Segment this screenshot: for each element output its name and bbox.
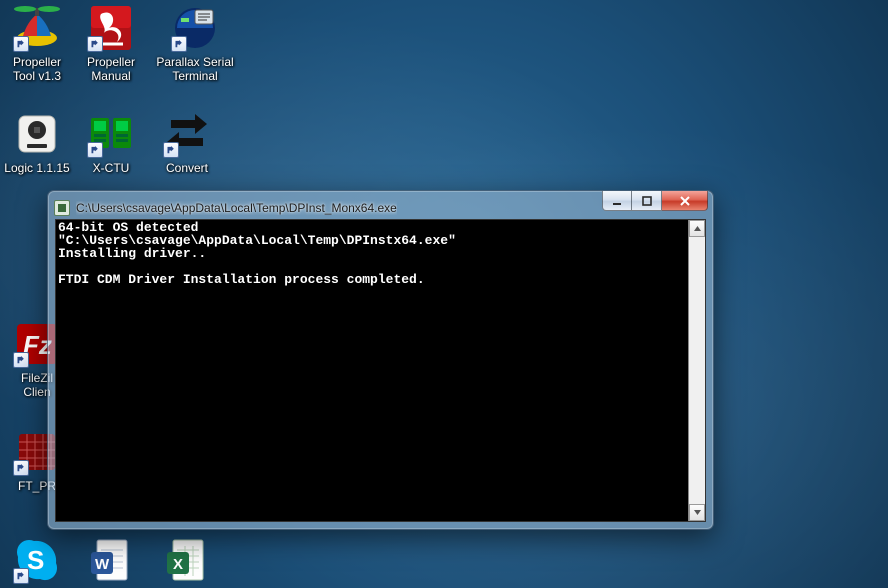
scrollbar-track[interactable] — [689, 237, 705, 504]
vertical-scrollbar[interactable] — [688, 220, 705, 521]
logic-analyzer-icon — [13, 110, 61, 158]
desktop-icon-label: Logic 1.1.15 — [4, 161, 69, 175]
window-title: C:\Users\csavage\AppData\Local\Temp\DPIn… — [76, 201, 397, 215]
desktop-icon-skype[interactable]: S — [0, 536, 74, 587]
propeller-hat-icon — [13, 4, 61, 52]
svg-text:S: S — [27, 545, 44, 575]
pdf-icon — [87, 4, 135, 52]
desktop-icon-label: X-CTU — [93, 161, 130, 175]
desktop-icon-label: Convert — [166, 161, 208, 175]
window-client-area: 64-bit OS detected "C:\Users\csavage\App… — [55, 219, 706, 522]
shortcut-arrow-icon — [87, 142, 103, 158]
desktop-icon-propeller-tool[interactable]: Propeller Tool v1.3 — [0, 4, 74, 83]
desktop-icon-propeller-manual[interactable]: Propeller Manual — [74, 4, 148, 83]
desktop-icon-excel-doc[interactable]: X — [150, 536, 224, 587]
shortcut-arrow-icon — [171, 36, 187, 52]
convert-arrows-icon — [163, 110, 211, 158]
console-output: 64-bit OS detected "C:\Users\csavage\App… — [56, 220, 688, 521]
desktop-icon-label: Propeller Manual — [87, 55, 135, 83]
svg-text:X: X — [173, 556, 183, 573]
shortcut-arrow-icon — [87, 36, 103, 52]
command-prompt-window[interactable]: C:\Users\csavage\AppData\Local\Temp\DPIn… — [47, 190, 714, 530]
maximize-button[interactable] — [632, 191, 662, 211]
skype-icon: S — [13, 536, 61, 584]
console-app-icon — [54, 200, 70, 216]
desktop-icon-xctu[interactable]: X-CTU — [74, 110, 148, 175]
minimize-button[interactable] — [602, 191, 632, 211]
shortcut-arrow-icon — [13, 36, 29, 52]
word-doc-icon: W — [87, 536, 135, 584]
desktop-icon-logic[interactable]: Logic 1.1.15 — [0, 110, 74, 175]
xctu-icon — [87, 110, 135, 158]
svg-text:W: W — [95, 556, 110, 573]
close-button[interactable] — [662, 191, 708, 211]
desktop-icon-parallax-serial-terminal[interactable]: Parallax Serial Terminal — [150, 4, 240, 83]
shortcut-arrow-icon — [13, 568, 29, 584]
serial-terminal-icon — [171, 4, 219, 52]
desktop-icon-word-doc[interactable]: W — [74, 536, 148, 587]
desktop-icon-label: Parallax Serial Terminal — [156, 55, 233, 83]
desktop-icon-convert[interactable]: Convert — [150, 110, 224, 175]
window-titlebar[interactable]: C:\Users\csavage\AppData\Local\Temp\DPIn… — [54, 197, 707, 219]
scroll-up-button[interactable] — [689, 220, 705, 237]
excel-doc-icon: X — [163, 536, 211, 584]
shortcut-arrow-icon — [13, 352, 29, 368]
shortcut-arrow-icon — [163, 142, 179, 158]
shortcut-arrow-icon — [13, 460, 29, 476]
desktop-icon-label: Propeller Tool v1.3 — [13, 55, 61, 83]
scroll-down-button[interactable] — [689, 504, 705, 521]
